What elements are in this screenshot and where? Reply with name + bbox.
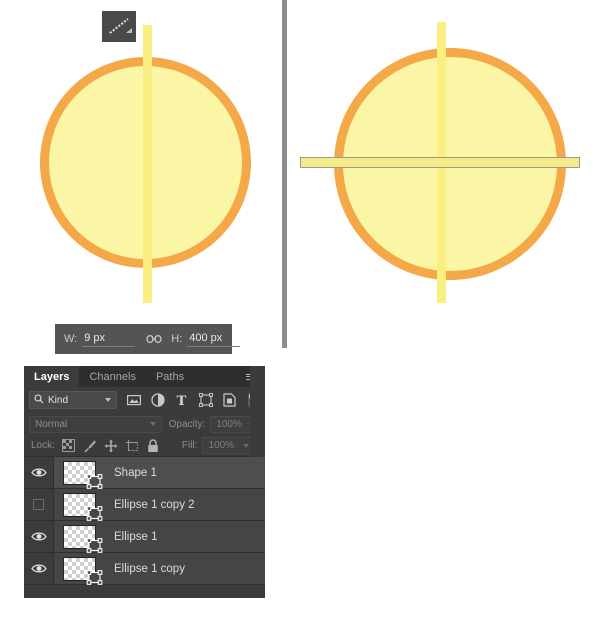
layer-thumbnail[interactable] — [63, 492, 103, 521]
chevron-down-icon — [243, 443, 250, 448]
svg-text:T: T — [177, 394, 187, 407]
tab-channels[interactable]: Channels — [79, 366, 145, 387]
layer-list: Shape 1 Ellipse 1 copy 2 Ellipse 1 Ellip… — [24, 366, 265, 598]
layer-visibility-toggle[interactable] — [24, 553, 54, 584]
blend-mode-select[interactable]: Normal — [29, 415, 162, 433]
width-input[interactable]: 9 px — [82, 331, 136, 347]
layer-thumbnail[interactable] — [63, 556, 103, 585]
panel-bottom-strip — [24, 585, 265, 591]
panel-tab-strip: Layers Channels Paths — [24, 366, 265, 387]
fill-value: 100% — [208, 440, 235, 451]
layer-name: Ellipse 1 — [114, 530, 158, 543]
width-height-hud: W: 9 px H: 400 px — [55, 324, 241, 354]
fill-label: Fill: — [181, 440, 198, 451]
filter-kind-label: Kind — [48, 394, 69, 406]
width-label: W: — [64, 333, 78, 345]
layer-name: Ellipse 1 copy — [114, 562, 185, 575]
eye-icon — [30, 532, 47, 541]
search-icon — [34, 393, 44, 407]
shape-layer-filter-icon[interactable] — [198, 392, 213, 408]
tab-layers[interactable]: Layers — [24, 366, 80, 387]
eye-icon — [30, 468, 47, 477]
adjustment-layer-filter-icon[interactable] — [150, 392, 165, 408]
height-input[interactable]: 400 px — [187, 331, 241, 347]
table-row[interactable]: Ellipse 1 copy 2 — [24, 489, 265, 521]
lock-row: Lock: Fill: 100% — [24, 435, 265, 456]
layer-name: Ellipse 1 copy 2 — [114, 498, 195, 511]
chevron-down-icon — [105, 398, 111, 402]
layers-panel: Layers Channels Paths Kind T Normal Opac… — [24, 366, 265, 598]
vertical-line-shape-left[interactable] — [143, 25, 152, 303]
chevron-down-icon — [149, 422, 156, 426]
fill-input[interactable]: 100% — [202, 437, 255, 454]
layer-name: Shape 1 — [114, 466, 157, 479]
vector-mask-icon — [86, 569, 103, 585]
vector-mask-icon — [86, 537, 103, 553]
lock-transparent-pixels-icon[interactable] — [62, 439, 76, 453]
line-tool-icon — [102, 11, 136, 42]
eye-icon — [30, 564, 47, 573]
lock-image-pixels-icon[interactable] — [83, 439, 97, 453]
layer-thumbnail[interactable] — [63, 524, 103, 553]
layer-visibility-toggle[interactable] — [24, 457, 54, 488]
layer-visibility-toggle[interactable] — [24, 521, 54, 552]
canvas-area — [0, 0, 600, 360]
filter-kind-select[interactable]: Kind — [29, 391, 117, 409]
opacity-label: Opacity: — [168, 418, 206, 430]
eye-off-icon — [33, 499, 44, 510]
vector-mask-icon — [86, 505, 103, 521]
lock-position-icon[interactable] — [104, 439, 118, 453]
opacity-value: 100% — [216, 418, 242, 430]
layer-filter-row: Kind T — [24, 387, 265, 413]
table-row[interactable]: Ellipse 1 copy — [24, 553, 265, 585]
blend-mode-row: Normal Opacity: 100% — [24, 413, 265, 435]
lock-all-icon[interactable] — [146, 438, 160, 453]
pixel-layer-filter-icon[interactable] — [126, 392, 141, 408]
table-row[interactable]: Shape 1 — [24, 457, 265, 489]
lock-label: Lock: — [31, 440, 55, 451]
tab-paths[interactable]: Paths — [146, 366, 194, 387]
canvas-left-document[interactable] — [0, 0, 282, 350]
vector-mask-icon — [86, 473, 103, 489]
table-row[interactable]: Ellipse 1 — [24, 521, 265, 553]
smart-object-filter-icon[interactable] — [222, 392, 237, 408]
horizontal-bar-shape-right[interactable] — [300, 157, 580, 168]
layer-visibility-toggle[interactable] — [24, 489, 54, 520]
height-label: H: — [171, 333, 183, 345]
layer-thumbnail[interactable] — [63, 460, 103, 489]
link-chain-icon[interactable] — [146, 334, 162, 344]
lock-artboard-nesting-icon[interactable] — [125, 439, 139, 453]
document-divider — [282, 0, 287, 348]
blend-mode-value: Normal — [35, 418, 68, 430]
type-layer-filter-icon[interactable]: T — [174, 392, 189, 408]
